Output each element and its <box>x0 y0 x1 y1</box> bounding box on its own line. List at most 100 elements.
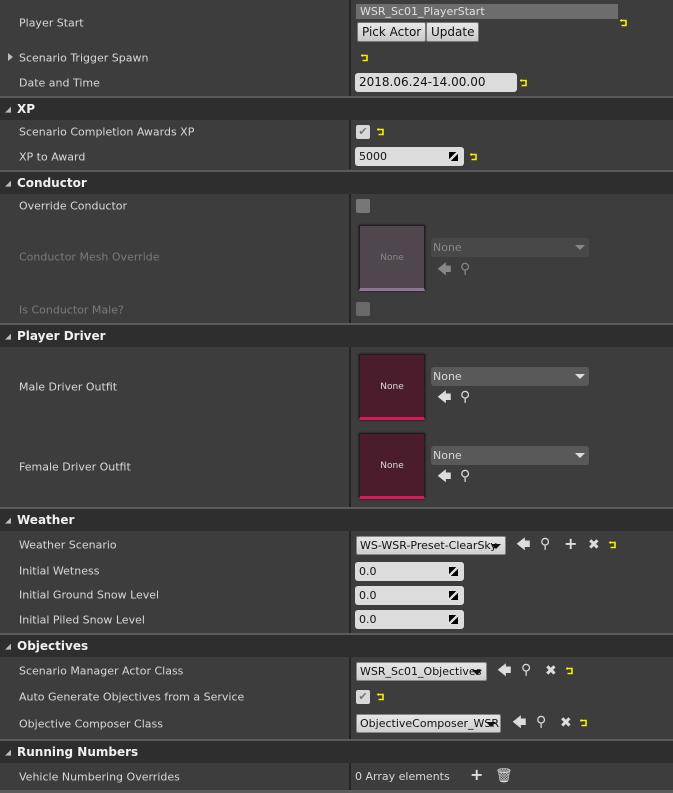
date-time-input[interactable]: 2018.06.24-14.00.00 +0000 <box>355 73 517 108</box>
ground-snow-label: Initial Ground Snow Level <box>19 588 160 602</box>
scenario-trigger-spawn-label: Scenario Trigger Spawn <box>19 51 149 65</box>
browse-search-icon[interactable]: ⚲ <box>536 715 546 729</box>
clear-icon[interactable]: ✖ <box>560 716 572 730</box>
override-conductor-checkbox[interactable] <box>356 199 370 213</box>
collapse-icon <box>5 749 11 756</box>
dropdown-value: None <box>433 370 462 383</box>
wetness-input[interactable]: 0.0 <box>355 562 464 581</box>
spin-icon[interactable] <box>449 615 458 624</box>
delete-all-trash-icon[interactable]: 🗑 <box>495 769 513 783</box>
is-conductor-male-label: Is Conductor Male? <box>19 303 124 316</box>
conductor-mesh-thumbnail[interactable]: None <box>359 225 425 291</box>
pick-actor-button[interactable]: Pick Actor <box>357 22 427 42</box>
section-objectives[interactable]: Objectives <box>0 633 673 657</box>
spin-icon[interactable] <box>449 152 458 161</box>
row-female-driver-outfit: Female Driver Outfit None None 🡄 ⚲ <box>0 426 673 507</box>
ground-snow-input[interactable]: 0.0 <box>355 586 464 605</box>
male-outfit-dropdown[interactable]: None <box>431 367 589 386</box>
collapse-icon <box>5 180 11 187</box>
section-title: XP <box>17 102 36 116</box>
browse-search-icon[interactable]: ⚲ <box>460 390 470 404</box>
ground-snow-value: 0.0 <box>359 589 377 602</box>
piled-snow-input[interactable]: 0.0 <box>355 610 464 629</box>
manager-class-label: Scenario Manager Actor Class <box>19 664 184 678</box>
update-button[interactable]: Update <box>426 22 480 42</box>
player-start-value[interactable]: WSR_Sc01_PlayerStart <box>356 4 618 19</box>
date-time-label: Date and Time <box>19 76 100 90</box>
row-completion-awards-xp: Scenario Completion Awards XP ✔ <box>0 120 673 144</box>
completion-awards-checkbox[interactable]: ✔ <box>356 125 370 139</box>
section-conductor[interactable]: Conductor <box>0 170 673 194</box>
reset-icon[interactable] <box>580 719 588 727</box>
composer-class-combo[interactable]: ObjectiveComposer_WSR <box>356 714 501 733</box>
section-weather[interactable]: Weather <box>0 507 673 531</box>
array-count: 0 Array elements <box>355 770 450 783</box>
use-selected-arrow-icon[interactable]: 🡄 <box>437 470 451 484</box>
row-piled-snow: Initial Piled Snow Level 0.0 <box>0 607 673 633</box>
piled-snow-value: 0.0 <box>359 613 377 626</box>
use-selected-arrow-icon[interactable]: 🡄 <box>512 716 526 730</box>
xp-value: 5000 <box>359 150 387 163</box>
reset-icon[interactable] <box>566 667 574 675</box>
row-xp-to-award: XP to Award 5000 <box>0 144 673 169</box>
spin-icon[interactable] <box>449 591 458 600</box>
add-element-icon[interactable]: + <box>470 767 483 783</box>
reset-icon[interactable] <box>377 128 385 136</box>
section-title: Running Numbers <box>17 745 139 759</box>
clear-icon[interactable]: ✖ <box>545 664 557 678</box>
xp-to-award-input[interactable]: 5000 <box>355 147 464 166</box>
use-selected-arrow-icon[interactable]: 🡄 <box>437 391 451 405</box>
reset-icon[interactable] <box>609 541 617 549</box>
use-selected-arrow-icon[interactable]: 🡄 <box>437 263 451 277</box>
xp-to-award-label: XP to Award <box>19 150 86 163</box>
section-title: Conductor <box>17 176 87 190</box>
piled-snow-label: Initial Piled Snow Level <box>19 613 145 627</box>
row-auto-generate: Auto Generate Objectives from a Service … <box>0 685 673 709</box>
male-outfit-label: Male Driver Outfit <box>19 380 118 393</box>
row-male-driver-outfit: Male Driver Outfit None None 🡄 ⚲ <box>0 347 673 426</box>
combo-value: ObjectiveComposer_WSR <box>360 717 500 730</box>
reset-icon[interactable] <box>470 153 478 161</box>
reset-icon[interactable] <box>520 79 528 87</box>
manager-class-combo[interactable]: WSR_Sc01_Objectives <box>356 662 487 681</box>
weather-scenario-label: Weather Scenario <box>19 538 117 552</box>
use-selected-arrow-icon[interactable]: 🡄 <box>497 664 511 678</box>
row-player-start: Player Start WSR_Sc01_PlayerStart Pick A… <box>0 0 673 46</box>
use-selected-arrow-icon[interactable]: 🡄 <box>516 538 530 552</box>
player-start-label: Player Start <box>19 16 84 30</box>
browse-search-icon[interactable]: ⚲ <box>460 469 470 483</box>
row-override-conductor: Override Conductor <box>0 194 673 218</box>
override-conductor-label: Override Conductor <box>19 199 128 213</box>
collapse-icon <box>5 643 11 650</box>
collapse-icon <box>5 106 11 113</box>
spin-icon[interactable] <box>449 567 458 576</box>
male-outfit-thumbnail[interactable]: None <box>359 354 425 420</box>
expand-arrow-icon[interactable] <box>8 53 13 61</box>
female-outfit-thumbnail[interactable]: None <box>359 433 425 499</box>
row-weather-scenario: Weather Scenario WS-WSR-Preset-ClearSky … <box>0 531 673 559</box>
browse-search-icon[interactable]: ⚲ <box>521 663 531 677</box>
clear-icon[interactable]: ✖ <box>588 538 600 552</box>
browse-search-icon[interactable]: ⚲ <box>460 262 470 276</box>
conductor-mesh-dropdown[interactable]: None <box>431 238 589 257</box>
is-conductor-male-checkbox[interactable] <box>356 302 370 316</box>
section-title: Weather <box>17 513 75 527</box>
add-icon[interactable]: + <box>564 536 577 552</box>
reset-icon[interactable] <box>361 54 369 62</box>
dropdown-value: None <box>433 241 462 254</box>
row-initial-wetness: Initial Wetness 0.0 <box>0 559 673 583</box>
auto-generate-checkbox[interactable]: ✔ <box>356 690 370 704</box>
reset-icon[interactable] <box>377 693 385 701</box>
female-outfit-dropdown[interactable]: None <box>431 446 589 465</box>
reset-icon[interactable] <box>620 19 628 27</box>
female-outfit-label: Female Driver Outfit <box>19 460 131 473</box>
wetness-label: Initial Wetness <box>19 564 100 578</box>
row-scenario-trigger-spawn[interactable]: Scenario Trigger Spawn <box>0 46 673 70</box>
section-title: Objectives <box>17 639 89 653</box>
weather-scenario-combo[interactable]: WS-WSR-Preset-ClearSky <box>356 536 506 555</box>
section-player-driver[interactable]: Player Driver <box>0 323 673 347</box>
section-xp[interactable]: XP <box>0 96 673 120</box>
composer-class-label: Objective Composer Class <box>19 717 163 731</box>
browse-search-icon[interactable]: ⚲ <box>540 537 550 551</box>
section-running-numbers[interactable]: Running Numbers <box>0 739 673 763</box>
